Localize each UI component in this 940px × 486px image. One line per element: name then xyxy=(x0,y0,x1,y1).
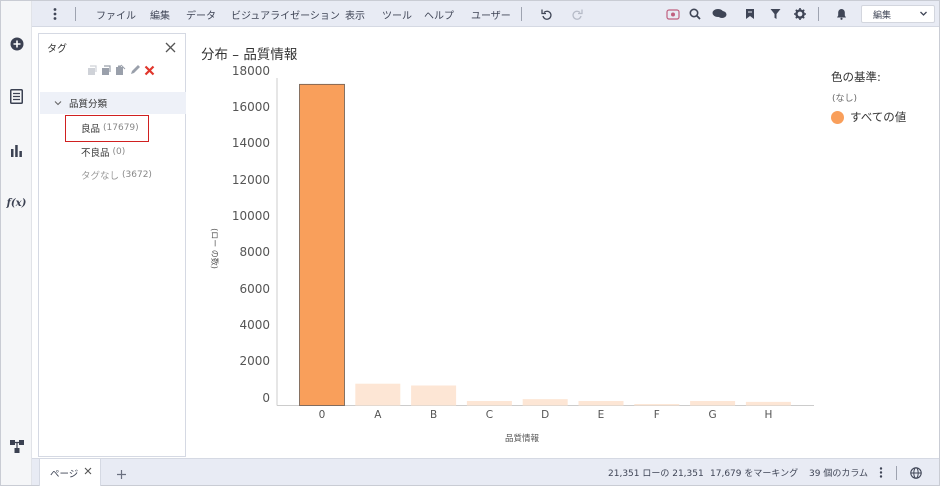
bar-F[interactable] xyxy=(634,404,680,406)
legend-item[interactable]: すべての値 xyxy=(831,109,906,125)
legend-title: 色の基準: xyxy=(831,70,881,84)
bar-0[interactable] xyxy=(299,83,345,406)
bar-H[interactable] xyxy=(745,401,791,406)
page-tab[interactable]: ページ xyxy=(39,459,101,486)
bar-A[interactable] xyxy=(355,383,401,406)
row-count: 21,351 ローの 21,351 xyxy=(608,469,704,479)
marked-count: 17,679 をマーキング xyxy=(710,469,799,479)
column-count: 39 個のカラム xyxy=(809,469,869,479)
bar-C[interactable] xyxy=(466,400,512,406)
bar-B[interactable] xyxy=(411,385,457,406)
status-bar: ページ 21,351 ローの 21,351 17,679 をマーキング 39 個… xyxy=(32,458,939,486)
bar-D[interactable] xyxy=(522,399,568,406)
page-tab-label: ページ xyxy=(50,468,79,480)
close-icon[interactable] xyxy=(84,467,92,478)
bar-E[interactable] xyxy=(578,400,624,406)
add-page-icon[interactable] xyxy=(116,465,127,484)
legend-swatch xyxy=(831,110,844,124)
status-divider xyxy=(896,466,897,480)
bar-chart[interactable] xyxy=(0,0,940,486)
x-axis-label: 品質情報 xyxy=(505,434,540,444)
more-vert-icon[interactable] xyxy=(879,459,883,486)
y-axis-label: (ロー の数) xyxy=(209,228,219,269)
legend-subtitle: (なし) xyxy=(832,94,858,104)
bar-G[interactable] xyxy=(690,400,736,406)
legend-item-label: すべての値 xyxy=(850,110,907,124)
globe-icon[interactable] xyxy=(910,459,922,486)
